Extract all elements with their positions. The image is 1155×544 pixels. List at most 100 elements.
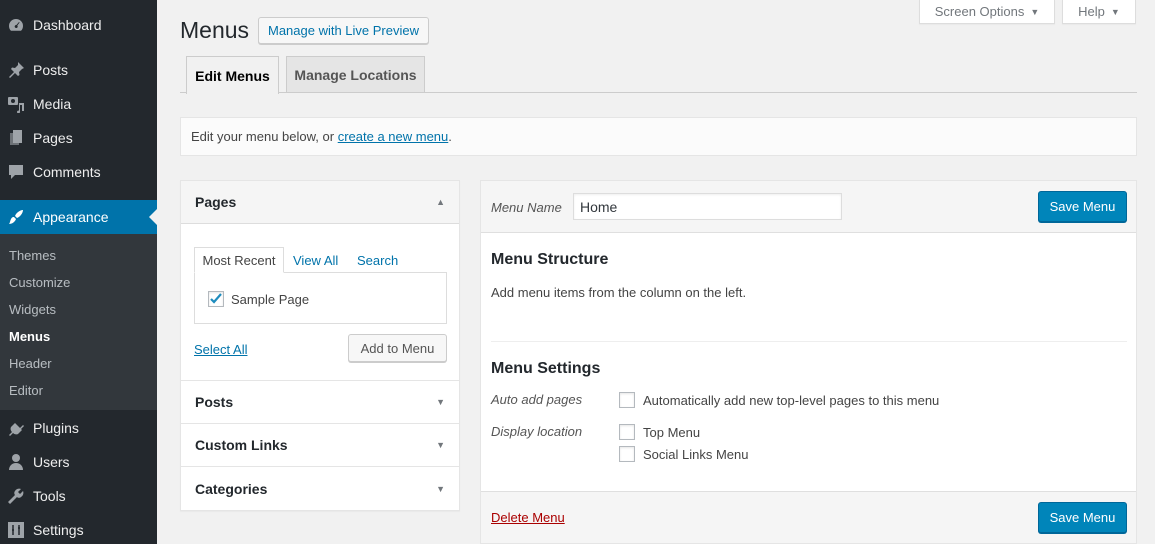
section-title: Pages xyxy=(195,194,237,210)
sample-page-checkbox[interactable] xyxy=(208,291,224,307)
accordion-section-posts[interactable]: Posts ▼ xyxy=(181,381,459,424)
sidebar-item-label: Dashboard xyxy=(33,17,102,33)
menu-edit-panel: Menu Name Home Save Menu Menu Structure … xyxy=(480,180,1137,544)
top-menu-checkbox[interactable] xyxy=(619,424,635,440)
auto-add-label: Auto add pages xyxy=(491,392,583,407)
social-links-menu-checkbox[interactable] xyxy=(619,446,635,462)
auto-add-checkbox[interactable] xyxy=(619,392,635,408)
sidebar-item-appearance[interactable]: Appearance xyxy=(0,200,157,234)
sidebar-item-label: Tools xyxy=(33,488,66,504)
comment-icon xyxy=(7,163,25,181)
admin-sidebar: Dashboard Posts Media Pages Comments App… xyxy=(0,0,157,544)
pages-panel: Most Recent View All Search Sample Page … xyxy=(181,224,459,381)
caret-down-icon: ▼ xyxy=(1110,6,1120,17)
sidebar-item-tools[interactable]: Tools xyxy=(0,479,157,513)
location-social-links-row: Social Links Menu xyxy=(619,446,749,462)
create-new-menu-link[interactable]: create a new menu xyxy=(338,129,449,144)
section-divider xyxy=(491,341,1127,342)
add-to-menu-button[interactable]: Add to Menu xyxy=(348,334,447,362)
caret-down-icon: ▼ xyxy=(436,440,445,450)
accordion-section-categories[interactable]: Categories ▼ xyxy=(181,467,459,510)
accordion-section-pages[interactable]: Pages ▲ xyxy=(181,181,459,224)
sidebar-item-label: Settings xyxy=(33,522,84,538)
sidebar-item-label: Plugins xyxy=(33,420,79,436)
media-icon xyxy=(7,95,25,113)
settings-icon xyxy=(7,521,25,539)
submenu-item-customize[interactable]: Customize xyxy=(9,275,70,290)
caret-down-icon: ▼ xyxy=(1030,6,1040,17)
sidebar-item-users[interactable]: Users xyxy=(0,445,157,479)
submenu-item-menus[interactable]: Menus xyxy=(9,329,50,344)
caret-up-icon: ▲ xyxy=(436,197,445,207)
inner-tab-search[interactable]: Search xyxy=(357,247,398,273)
menu-settings-title: Menu Settings xyxy=(491,360,601,377)
sidebar-item-label: Posts xyxy=(33,62,69,78)
section-title: Custom Links xyxy=(195,437,288,453)
screen-options-button[interactable]: Screen Options ▼ xyxy=(919,0,1055,24)
help-button[interactable]: Help ▼ xyxy=(1062,0,1136,24)
notice-text: Edit your menu below, or xyxy=(191,129,335,144)
sidebar-item-posts[interactable]: Posts xyxy=(0,53,157,87)
submenu-item-editor[interactable]: Editor xyxy=(9,383,43,398)
menu-structure-help: Add menu items from the column on the le… xyxy=(491,285,747,300)
pin-icon xyxy=(7,61,25,79)
save-menu-button-bottom[interactable]: Save Menu xyxy=(1038,502,1127,533)
accordion-section-custom-links[interactable]: Custom Links ▼ xyxy=(181,424,459,467)
auto-add-option-label: Automatically add new top-level pages to… xyxy=(643,392,940,408)
sidebar-item-label: Comments xyxy=(33,164,101,180)
caret-down-icon: ▼ xyxy=(436,483,445,494)
section-title: Posts xyxy=(195,394,234,410)
inner-tab-most-recent[interactable]: Most Recent xyxy=(194,247,284,273)
manage-menus-notice: Edit your menu below, or create a new me… xyxy=(180,117,1137,156)
menu-header: Menu Name Home Save Menu xyxy=(481,181,1136,233)
section-title: Categories xyxy=(195,480,268,497)
add-menu-items-accordion: Pages ▲ Most Recent View All Search Samp… xyxy=(180,180,460,511)
submenu-item-themes[interactable]: Themes xyxy=(9,248,56,263)
notice-suffix: . xyxy=(448,129,452,144)
sidebar-item-comments[interactable]: Comments xyxy=(0,155,157,189)
sidebar-item-dashboard[interactable]: Dashboard xyxy=(0,8,157,42)
display-location-label: Display location xyxy=(491,424,583,439)
inner-tab-view-all[interactable]: View All xyxy=(293,247,338,273)
menu-name-label: Menu Name xyxy=(491,200,562,215)
caret-down-icon: ▼ xyxy=(436,397,445,407)
sidebar-item-media[interactable]: Media xyxy=(0,87,157,121)
sidebar-item-label: Users xyxy=(33,454,70,470)
paintbrush-icon xyxy=(7,208,25,226)
save-menu-button-top[interactable]: Save Menu xyxy=(1038,191,1127,222)
menu-structure-title: Menu Structure xyxy=(491,251,609,268)
top-menu-label: Top Menu xyxy=(643,424,701,440)
auto-add-row: Automatically add new top-level pages to… xyxy=(619,392,939,408)
dashboard-icon xyxy=(7,16,25,34)
sidebar-item-label: Appearance xyxy=(33,209,109,225)
screen-options-label: Screen Options xyxy=(934,4,1025,19)
tab-manage-locations[interactable]: Manage Locations xyxy=(286,56,425,92)
sidebar-item-pages[interactable]: Pages xyxy=(0,121,157,155)
manage-live-preview-button[interactable]: Manage with Live Preview xyxy=(258,17,429,44)
appearance-submenu: Themes Customize Widgets Menus Header Ed… xyxy=(0,234,157,410)
tab-edit-menus[interactable]: Edit Menus xyxy=(186,56,279,94)
sidebar-item-label: Media xyxy=(33,96,72,112)
wrench-icon xyxy=(7,487,25,505)
page-title: Menus xyxy=(180,17,250,43)
menu-name-input[interactable]: Home xyxy=(573,193,842,220)
sidebar-item-settings[interactable]: Settings xyxy=(0,513,157,544)
location-top-menu-row: Top Menu xyxy=(619,424,700,440)
submenu-item-widgets[interactable]: Widgets xyxy=(9,302,56,317)
submenu-item-header[interactable]: Header xyxy=(9,356,52,371)
help-label: Help xyxy=(1078,4,1105,19)
checkmark-icon xyxy=(210,293,222,304)
social-links-menu-label: Social Links Menu xyxy=(643,446,749,462)
plugin-icon xyxy=(7,419,25,437)
nav-tab-wrapper xyxy=(180,92,1137,93)
select-all-link[interactable]: Select All xyxy=(194,342,247,357)
pages-checklist: Sample Page xyxy=(194,272,447,324)
delete-menu-link[interactable]: Delete Menu xyxy=(491,510,565,525)
pages-icon xyxy=(7,129,25,147)
list-item: Sample Page xyxy=(208,291,309,307)
user-icon xyxy=(7,453,25,471)
sample-page-label: Sample Page xyxy=(231,291,310,307)
sidebar-item-plugins[interactable]: Plugins xyxy=(0,411,157,445)
menu-footer: Delete Menu Save Menu xyxy=(481,491,1136,543)
sidebar-item-label: Pages xyxy=(33,130,73,146)
